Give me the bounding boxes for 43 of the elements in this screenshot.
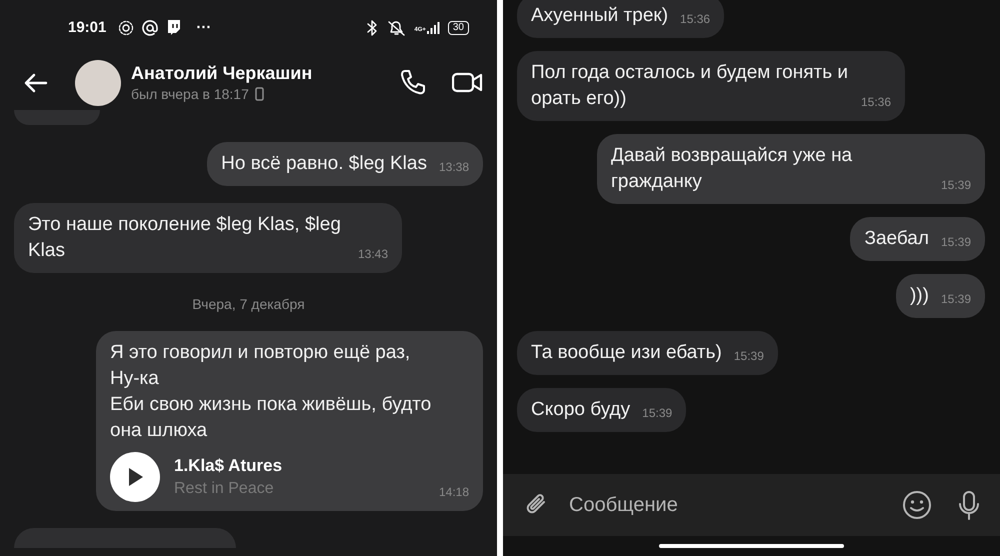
message-time: 15:39	[940, 177, 971, 194]
message-text: Ахуенный трек)	[531, 4, 668, 28]
contact-name: Анатолий Черкашин	[131, 62, 312, 84]
message-text: Та вообще изи ебать)	[531, 341, 722, 365]
message-time: 13:43	[357, 246, 388, 263]
bluetooth-icon	[365, 18, 380, 36]
call-icon[interactable]	[400, 69, 426, 96]
track-title: 1.Kla$ Atures	[174, 455, 284, 477]
last-seen: был вчера в 18:17	[131, 84, 249, 104]
bell-off-icon	[387, 18, 406, 36]
video-call-icon[interactable]	[452, 70, 483, 95]
microphone-icon[interactable]	[958, 490, 980, 520]
emoji-icon[interactable]	[902, 490, 932, 520]
play-icon	[126, 467, 144, 487]
message-text: Заебал	[864, 227, 929, 251]
back-icon[interactable]	[24, 72, 48, 92]
message-text: )))	[910, 284, 929, 308]
message-text: Скоро буду	[531, 398, 630, 422]
message-time: 15:39	[732, 348, 764, 365]
app-icon	[118, 20, 134, 36]
message-time: 15:36	[860, 94, 892, 111]
date-divider: Вчера, 7 декабря	[192, 295, 305, 314]
signal-icon	[426, 22, 440, 34]
message-text: Я это говорил и повторю ещё раз, Ну-ка Еби свою жизнь пока живёшь, будто она шлюха	[110, 341, 432, 443]
track-artist: Rest in Peace	[174, 479, 275, 499]
message-time: 15:39	[940, 291, 971, 308]
at-sign-icon	[142, 20, 158, 36]
message-text: Но всё равно. $leg Klas	[221, 152, 427, 176]
message-time: 15:36	[679, 11, 710, 28]
play-button[interactable]	[110, 452, 160, 502]
message-text: Пол года осталось и будем гонять и орать его))	[531, 61, 849, 111]
message-text: Это наше поколение $leg Klas, $leg Klas	[28, 213, 342, 263]
more-notifications: ···	[196, 19, 212, 36]
message-time: 15:39	[940, 234, 971, 251]
message-time: 14:18	[438, 484, 469, 501]
status-time: 19:01	[68, 19, 106, 36]
message-time: 15:39	[641, 405, 672, 422]
message-text: Давай возвращайся уже на гражданку	[610, 144, 854, 194]
chat-app-icon	[166, 19, 182, 36]
phone-device-icon	[254, 86, 264, 100]
battery-indicator: 30	[448, 20, 469, 34]
avatar[interactable]	[75, 60, 121, 106]
message-time: 13:38	[438, 159, 469, 176]
